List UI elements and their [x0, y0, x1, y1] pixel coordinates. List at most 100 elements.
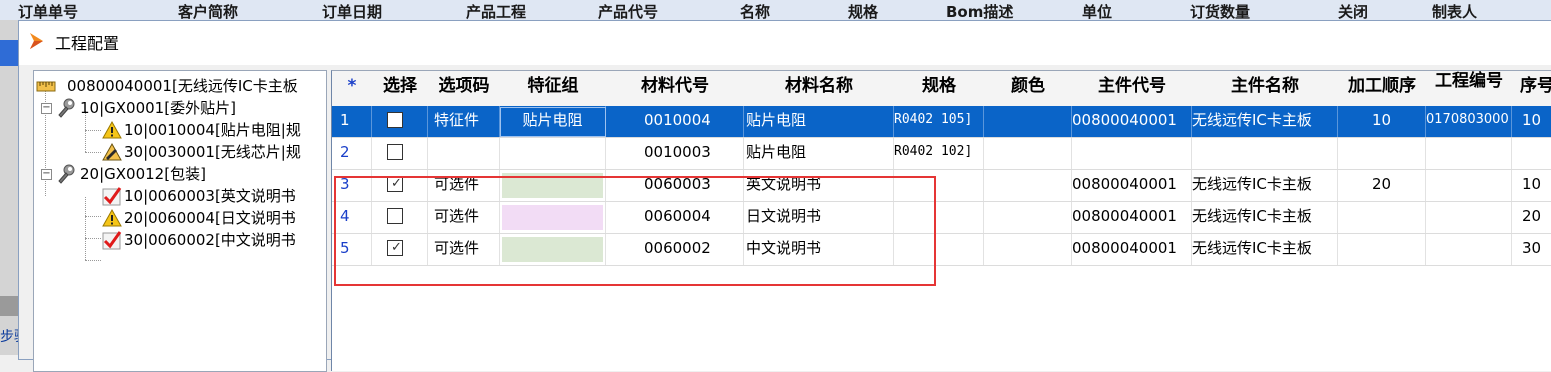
- col-header-marker: *: [347, 76, 357, 96]
- collapse-icon[interactable]: −: [41, 103, 52, 114]
- option-code-cell[interactable]: 特征件: [428, 106, 500, 137]
- project-no-cell[interactable]: [1426, 138, 1512, 169]
- option-code-cell[interactable]: [428, 138, 500, 169]
- parent-code-cell[interactable]: [1072, 138, 1192, 169]
- bg-col-header: 订单单号: [18, 3, 79, 21]
- tree-node-label: 20|0060004[日文说明书: [124, 209, 296, 227]
- app-logo-icon: [30, 33, 43, 49]
- wrench-icon: [58, 98, 75, 118]
- parent-code-cell[interactable]: 00800040001: [1072, 106, 1192, 137]
- check-mark-icon: [102, 231, 122, 250]
- process-order-cell[interactable]: 20: [1338, 170, 1426, 201]
- process-order-cell[interactable]: [1338, 138, 1426, 169]
- parent-code-cell[interactable]: 00800040001: [1072, 170, 1192, 201]
- col-header-parent-name[interactable]: 主件名称: [1192, 71, 1338, 106]
- tree-node-label: 10|0060003[英文说明书: [124, 187, 296, 205]
- col-header-feature-group[interactable]: 特征组: [500, 71, 606, 106]
- pen-tool-icon: [102, 142, 122, 161]
- check-mark-icon: [102, 187, 122, 206]
- tree-node-label: 00800040001[无线远传IC卡主板: [67, 77, 298, 95]
- color-cell[interactable]: [984, 234, 1072, 265]
- color-cell[interactable]: [984, 138, 1072, 169]
- tree-node-label: 20|GX0012[包装]: [80, 165, 206, 183]
- col-header-material-code[interactable]: 材料代号: [606, 71, 744, 106]
- bg-col-header: 制表人: [1432, 3, 1478, 21]
- process-order-cell[interactable]: 10: [1338, 106, 1426, 137]
- select-cell[interactable]: [372, 106, 428, 137]
- col-header-seq[interactable]: 序号: [1512, 71, 1551, 106]
- wrench-icon: [58, 164, 75, 184]
- parent-code-cell[interactable]: 00800040001: [1072, 202, 1192, 233]
- background-grid-header: 订单单号 客户简称 订单日期 产品工程 产品代号 名称 规格 Bom描述 单位 …: [0, 0, 1551, 21]
- process-order-cell[interactable]: [1338, 234, 1426, 265]
- ruler-icon: [36, 81, 56, 92]
- color-cell[interactable]: [984, 170, 1072, 201]
- material-name-cell[interactable]: 贴片电阻: [744, 138, 894, 169]
- project-no-cell[interactable]: [1426, 234, 1512, 265]
- col-header-color[interactable]: 颜色: [984, 71, 1072, 106]
- tree-line: [85, 152, 101, 153]
- col-header-parent-code[interactable]: 主件代号: [1072, 71, 1192, 106]
- parent-name-cell[interactable]: 无线远传IC卡主板: [1192, 202, 1338, 233]
- col-header-option-code[interactable]: 选项码: [428, 71, 500, 106]
- parent-name-cell[interactable]: [1192, 138, 1338, 169]
- bg-col-header: 产品代号: [598, 3, 659, 21]
- project-no-cell[interactable]: 0170803000: [1426, 106, 1512, 137]
- bg-col-header: 单位: [1082, 3, 1113, 21]
- tree-node-label: 10|0010004[贴片电阻|规: [124, 121, 301, 139]
- table-row[interactable]: 2 0010003 贴片电阻 R0402 102]: [332, 138, 1551, 170]
- collapse-icon[interactable]: −: [41, 169, 52, 180]
- parent-name-cell[interactable]: 无线远传IC卡主板: [1192, 106, 1338, 137]
- tree-line: [85, 197, 86, 260]
- tree-line: [85, 216, 101, 217]
- dialog-titlebar[interactable]: 工程配置: [19, 21, 1551, 59]
- material-name-cell[interactable]: 贴片电阻: [744, 106, 894, 137]
- seq-cell[interactable]: 10: [1512, 170, 1551, 201]
- seq-cell[interactable]: 10: [1512, 106, 1551, 137]
- seq-cell[interactable]: 30: [1512, 234, 1551, 265]
- col-header-select[interactable]: 选择: [372, 71, 428, 106]
- seq-cell[interactable]: [1512, 138, 1551, 169]
- parent-name-cell[interactable]: 无线远传IC卡主板: [1192, 234, 1338, 265]
- tree-node-label: 10|GX0001[委外贴片]: [80, 99, 236, 117]
- project-no-cell[interactable]: [1426, 202, 1512, 233]
- project-no-cell[interactable]: [1426, 170, 1512, 201]
- material-code-cell[interactable]: 0010004: [606, 106, 744, 137]
- grid-header: * 选择 选项码 特征组 材料代号 材料名称 规格 颜色 主件代号 主件名称 加…: [332, 71, 1551, 107]
- feature-cell-focus: [500, 107, 606, 137]
- bg-col-header: 订货数量: [1190, 3, 1251, 21]
- tree-line: [85, 130, 101, 131]
- table-row[interactable]: 1 特征件 贴片电阻 0010004 贴片电阻 R0402 105] 00800…: [332, 106, 1551, 138]
- col-header-material-name[interactable]: 材料名称: [744, 71, 894, 106]
- bg-col-header: 产品工程: [466, 3, 527, 21]
- feature-group-cell[interactable]: [500, 138, 606, 169]
- warning-icon: [102, 120, 122, 139]
- bg-col-header: 客户简称: [178, 3, 239, 21]
- parent-name-cell[interactable]: 无线远传IC卡主板: [1192, 170, 1338, 201]
- color-cell[interactable]: [984, 202, 1072, 233]
- tree-node-label: 30|0030001[无线芯片|规: [124, 143, 301, 161]
- bg-col-header: 订单日期: [322, 3, 383, 21]
- material-code-cell[interactable]: 0010003: [606, 138, 744, 169]
- process-order-cell[interactable]: [1338, 202, 1426, 233]
- background-selected-cell: [0, 40, 18, 66]
- col-header-process-order[interactable]: 加工顺序: [1338, 71, 1426, 106]
- tree-line: [85, 260, 101, 261]
- select-checkbox[interactable]: [387, 144, 403, 160]
- seq-cell[interactable]: 20: [1512, 202, 1551, 233]
- select-checkbox[interactable]: [387, 112, 403, 128]
- bom-tree[interactable]: 00800040001[无线远传IC卡主板 − 10|GX0001[委外贴片] …: [33, 70, 327, 372]
- spec-cell[interactable]: R0402 105]: [894, 106, 984, 137]
- dialog-title: 工程配置: [55, 34, 120, 53]
- tree-line: [85, 238, 101, 239]
- row-number: 2: [332, 138, 372, 169]
- parent-code-cell[interactable]: 00800040001: [1072, 234, 1192, 265]
- warning-icon: [102, 208, 122, 227]
- col-header-project-no[interactable]: 工程编号: [1426, 71, 1512, 106]
- color-cell[interactable]: [984, 106, 1072, 137]
- select-cell[interactable]: [372, 138, 428, 169]
- spec-cell[interactable]: R0402 102]: [894, 138, 984, 169]
- col-header-spec[interactable]: 规格: [894, 71, 984, 106]
- bg-col-header: Bom描述: [946, 3, 1014, 21]
- row-number: 1: [332, 106, 372, 137]
